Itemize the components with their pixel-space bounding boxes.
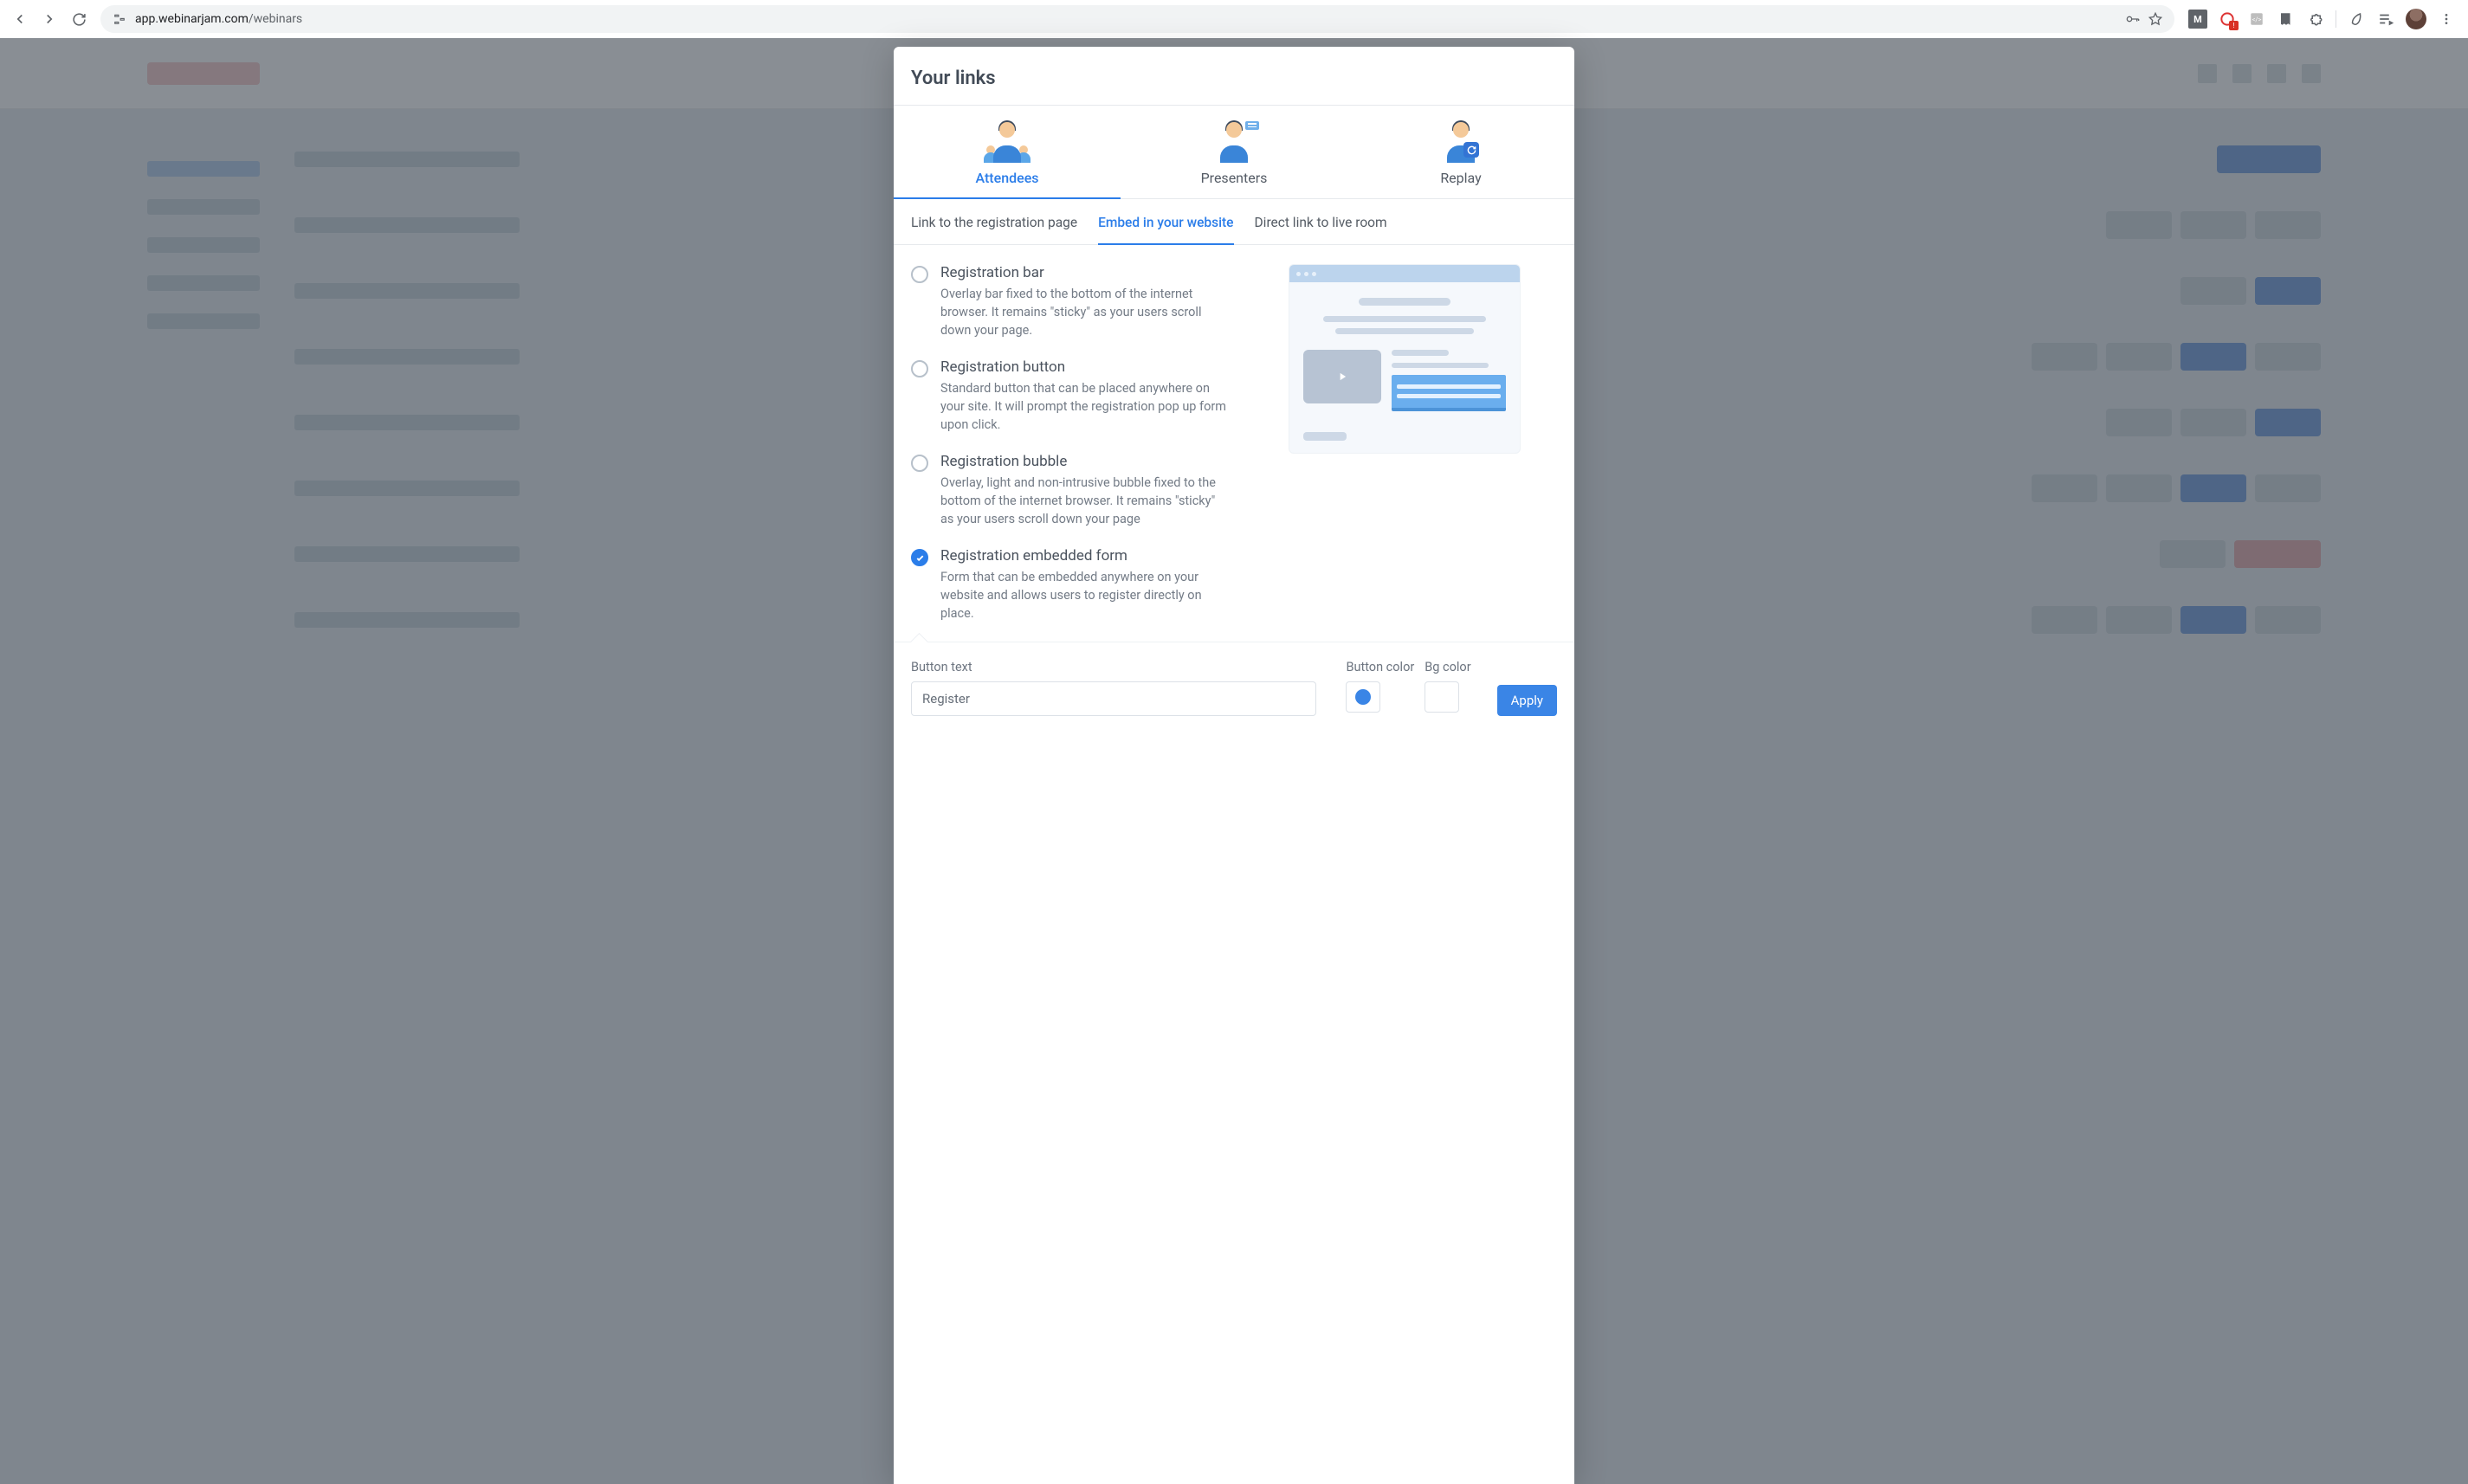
profile-avatar[interactable]	[2406, 9, 2426, 29]
bookmark-extension-icon[interactable]	[2277, 10, 2296, 29]
option-description: Overlay, light and non-intrusive bubble …	[940, 474, 1231, 528]
subtab-embed-website[interactable]: Embed in your website	[1098, 215, 1233, 244]
option-registration-bubble[interactable]: Registration bubble Overlay, light and n…	[911, 453, 1231, 528]
tab-presenters[interactable]: Presenters	[1121, 106, 1347, 198]
tab-attendees[interactable]: Attendees	[894, 106, 1121, 198]
option-title: Registration bubble	[940, 453, 1231, 470]
leaf-extension-icon[interactable]	[2347, 10, 2366, 29]
tab-replay-label: Replay	[1440, 170, 1481, 186]
tab-presenters-label: Presenters	[1201, 170, 1268, 186]
browser-menu-icon[interactable]	[2437, 10, 2456, 29]
button-color-swatch	[1355, 689, 1371, 705]
media-playlist-icon[interactable]	[2376, 10, 2395, 29]
bookmark-star-icon[interactable]	[2148, 12, 2162, 26]
button-color-picker[interactable]	[1346, 681, 1380, 713]
devtools-extension-icon[interactable]: </>	[2247, 10, 2266, 29]
radio-icon	[911, 549, 928, 566]
radio-icon	[911, 266, 928, 283]
bg-color-swatch	[1434, 689, 1450, 705]
option-registration-button[interactable]: Registration button Standard button that…	[911, 358, 1231, 434]
button-text-input[interactable]	[911, 681, 1316, 716]
option-description: Standard button that can be placed anywh…	[940, 379, 1231, 434]
site-settings-icon[interactable]	[113, 12, 126, 26]
presenters-icon	[1209, 118, 1259, 163]
your-links-modal: Your links Attendees Presenters	[894, 47, 1574, 1484]
button-color-label: Button color	[1346, 660, 1414, 674]
password-key-icon[interactable]	[2126, 12, 2140, 26]
subtab-link-registration[interactable]: Link to the registration page	[911, 215, 1077, 244]
tab-replay[interactable]: Replay	[1347, 106, 1574, 198]
option-title: Registration bar	[940, 264, 1231, 281]
bg-color-label: Bg color	[1425, 660, 1470, 674]
browser-forward-button[interactable]	[36, 6, 62, 32]
url-display: app.webinarjam.com/webinars	[135, 12, 302, 26]
replay-icon	[1436, 118, 1486, 163]
browser-back-button[interactable]	[7, 6, 33, 32]
subtab-direct-live-room[interactable]: Direct link to live room	[1255, 215, 1387, 244]
browser-reload-button[interactable]	[66, 6, 92, 32]
gmail-extension-icon[interactable]: M	[2188, 10, 2207, 29]
option-registration-bar[interactable]: Registration bar Overlay bar fixed to th…	[911, 264, 1231, 339]
attendees-icon	[982, 118, 1032, 163]
option-registration-embedded-form[interactable]: Registration embedded form Form that can…	[911, 547, 1231, 623]
bg-color-picker[interactable]	[1425, 681, 1459, 713]
option-description: Form that can be embedded anywhere on yo…	[940, 568, 1231, 623]
address-bar[interactable]: app.webinarjam.com/webinars	[100, 5, 2174, 33]
option-title: Registration button	[940, 358, 1231, 376]
apply-button[interactable]: Apply	[1497, 685, 1557, 716]
extension-icon[interactable]: !	[2218, 10, 2237, 29]
option-title: Registration embedded form	[940, 547, 1231, 565]
option-description: Overlay bar fixed to the bottom of the i…	[940, 285, 1231, 339]
radio-icon	[911, 360, 928, 377]
button-text-label: Button text	[911, 660, 1320, 674]
radio-icon	[911, 455, 928, 472]
modal-title: Your links	[894, 47, 1574, 106]
embed-preview	[1252, 264, 1557, 623]
extensions-puzzle-icon[interactable]	[2306, 10, 2325, 29]
svg-text:</>: </>	[2252, 16, 2262, 23]
tab-attendees-label: Attendees	[976, 170, 1039, 186]
